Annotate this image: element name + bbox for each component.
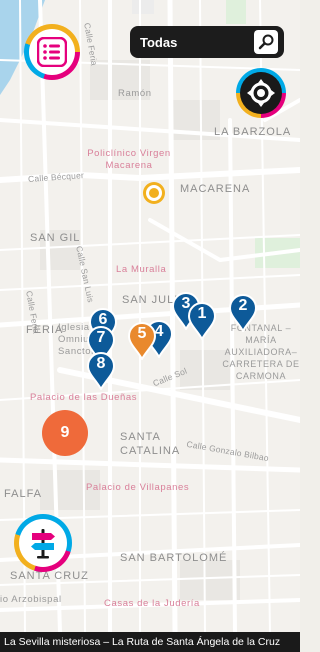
map-label-palacio-duenas: Palacio de las Dueñas: [30, 392, 138, 403]
map-screen: Calle Feria Ramón LA BARZOLA Policlínico…: [0, 0, 300, 652]
search-button[interactable]: [254, 30, 278, 54]
map-label-san-gil: SAN GIL: [30, 232, 81, 244]
map-label-la-muralla: La Muralla: [116, 264, 167, 275]
map-pin-number: 1: [197, 305, 207, 322]
search-icon: [258, 34, 274, 50]
map-label-ramon: Ramón: [118, 88, 152, 99]
map-label-san-bartolome: SAN BARTOLOMÉ: [120, 552, 228, 564]
map-pin-number: 7: [96, 329, 106, 346]
locate-me-button[interactable]: [236, 68, 286, 118]
locate-me-face: [240, 72, 282, 114]
category-filter-label: Todas: [140, 34, 178, 50]
category-filter[interactable]: Todas: [130, 26, 284, 58]
route-ticker: La Sevilla misteriosa – La Ruta de Santa…: [0, 632, 300, 652]
map-pin-5[interactable]: 5: [127, 322, 157, 362]
routes-button-face: [19, 519, 67, 567]
map-label-falfa: FALFA: [4, 488, 43, 500]
list-icon: [37, 37, 67, 67]
map-pin-2[interactable]: 2: [228, 294, 258, 334]
pin-cluster[interactable]: 9: [42, 410, 88, 456]
menu-button[interactable]: [24, 24, 80, 80]
map-label-palacio-villapanes: Palacio de Villapanes: [86, 482, 190, 493]
menu-button-face: [29, 29, 75, 75]
map-pin-number: 8: [96, 355, 106, 372]
user-location-core: [149, 188, 159, 198]
map-label-macarena: MACARENA: [180, 183, 251, 195]
signpost-icon: [31, 529, 55, 559]
crosshair-icon: [247, 79, 275, 107]
map-pin-8[interactable]: 8: [86, 352, 116, 392]
map-label-barzola: LA BARZOLA: [214, 126, 292, 138]
map-label-juderia: Casas de la Judería: [104, 598, 200, 609]
map-label-policlinico: Policlínico Virgen Macarena: [87, 148, 171, 171]
map-pin-1[interactable]: 1: [187, 302, 217, 342]
routes-button[interactable]: [14, 514, 72, 572]
map-label-arzobispal: io Arzobispal: [0, 594, 62, 605]
map-pin-number: 5: [137, 325, 147, 342]
map-label-santa-cruz: SANTA CRUZ: [10, 570, 89, 582]
map-pin-number: 2: [238, 297, 248, 314]
user-location-dot: [143, 182, 165, 204]
map-label-santa-catalina: SANTA CATALINA: [120, 431, 181, 457]
